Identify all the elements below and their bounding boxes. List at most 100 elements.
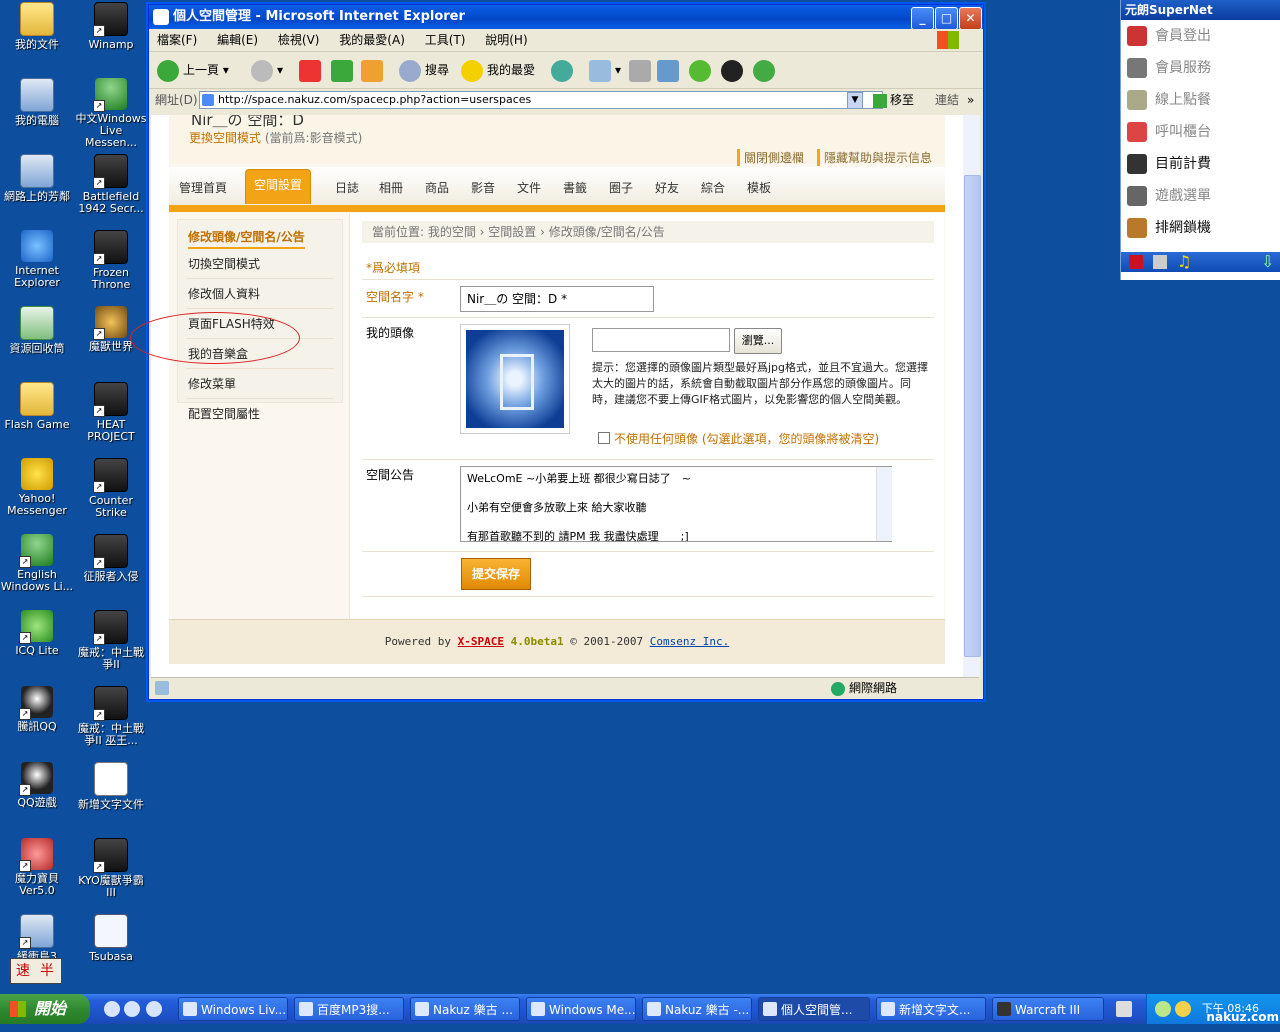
icq-toolbar-button[interactable] — [689, 58, 715, 82]
no-avatar-checkbox[interactable] — [598, 432, 610, 444]
comsenz-link[interactable]: Comsenz Inc. — [650, 635, 729, 648]
supernet-call-counter[interactable]: 呼叫櫃台 — [1121, 116, 1280, 148]
desktop-icon-icq[interactable]: ↗ ICQ Lite — [0, 610, 74, 657]
supernet-billing[interactable]: 目前計費 — [1121, 148, 1280, 180]
desktop-icon-kyo-warcraft[interactable]: ↗ KYO魔獸爭霸III — [74, 838, 148, 899]
tab-media[interactable]: 影音 — [471, 179, 495, 196]
menu-view[interactable]: 檢視(V) — [278, 33, 320, 47]
mail-button[interactable]: ▾ — [589, 58, 621, 82]
task-space-manager[interactable]: 個人空間管... — [758, 997, 870, 1021]
supernet-logout[interactable]: 會員登出 — [1121, 20, 1280, 52]
desktop-icon-flash-game[interactable]: Flash Game — [0, 382, 74, 431]
tab-album[interactable]: 相冊 — [379, 179, 403, 196]
quicklaunch-media-icon[interactable] — [104, 1001, 120, 1017]
menu-favorites[interactable]: 我的最愛(A) — [339, 33, 405, 47]
change-mode-link[interactable]: 更換空間模式 — [189, 131, 261, 145]
desktop-icon-qq-game[interactable]: ↗ QQ遊戲 — [0, 762, 74, 809]
supernet-logo-icon[interactable] — [1129, 255, 1143, 269]
desktop-icon-frozen-throne[interactable]: ↗ Frozen Throne — [74, 230, 148, 291]
desktop-icon-heat-project[interactable]: ↗ HEAT PROJECT — [74, 382, 148, 443]
forward-button[interactable]: ▾ — [251, 58, 283, 82]
start-button[interactable]: 開始 — [0, 994, 90, 1024]
desktop-icon-messenger-cht[interactable]: ↗ 中文Windows Live Messen... — [74, 78, 148, 149]
task-nakuz-2[interactable]: Nakuz 樂古 -... — [642, 997, 752, 1021]
sidebar-item-switch-mode[interactable]: 切換空間模式 — [186, 249, 334, 279]
music-note-icon[interactable]: ♫ — [1177, 252, 1191, 271]
tab-files[interactable]: 文件 — [517, 179, 541, 196]
stop-button[interactable] — [299, 58, 325, 82]
address-dropdown-arrow[interactable]: ▼ — [847, 92, 863, 109]
task-windows-live[interactable]: Windows Liv... — [178, 997, 288, 1021]
desktop-icon-ie[interactable]: Internet Explorer — [0, 230, 74, 289]
sidebar-item-menu[interactable]: 修改菜單 — [186, 369, 334, 399]
refresh-button[interactable] — [331, 58, 357, 82]
desktop-icon-game-bottom[interactable]: ↗ 緩衝島3 — [0, 914, 74, 963]
xspace-link[interactable]: X-SPACE — [458, 635, 504, 648]
task-windows-media[interactable]: Windows Me... — [526, 997, 636, 1021]
page-vertical-scrollbar[interactable] — [963, 115, 981, 677]
network-tray-icon[interactable] — [1175, 1001, 1191, 1017]
sidebar-item-profile[interactable]: 修改個人資料 — [186, 279, 334, 309]
back-button[interactable]: 上一頁 ▾ — [157, 58, 229, 82]
task-new-text-file[interactable]: 新增文字文... — [876, 997, 986, 1021]
task-warcraft[interactable]: Warcraft III — [992, 997, 1104, 1021]
supernet-games[interactable]: 遊戲選單 — [1121, 180, 1280, 212]
desktop-icon-tsubasa[interactable]: Tsubasa — [74, 914, 148, 963]
favorites-button[interactable]: 我的最愛 — [461, 58, 535, 82]
tab-space-settings[interactable]: 空間設置 — [245, 169, 312, 204]
menu-help[interactable]: 說明(H) — [485, 33, 527, 47]
desktop-icon-crossgate[interactable]: ↗ 魔力寶貝 Ver5.0 — [0, 838, 74, 897]
monitor-icon[interactable] — [1153, 255, 1167, 269]
tab-friends[interactable]: 好友 — [655, 179, 679, 196]
tab-blog[interactable]: 日誌 — [335, 179, 359, 196]
quicklaunch-ie-icon[interactable] — [124, 1001, 140, 1017]
minimize-button[interactable]: _ — [911, 7, 934, 30]
submit-save-button[interactable]: 提交保存 — [461, 558, 531, 590]
close-button[interactable]: ✕ — [959, 7, 982, 30]
announcement-scrollbar[interactable] — [876, 467, 892, 541]
desktop-icon-winamp[interactable]: ↗ Winamp — [74, 2, 148, 51]
desktop-icon-my-computer[interactable]: 我的電腦 — [0, 78, 74, 127]
desktop-icon-counter-strike[interactable]: ↗ Counter Strike — [74, 458, 148, 519]
desktop-icon-messenger-eng[interactable]: ↗ English Windows Li... — [0, 534, 74, 593]
desktop-icon-bfme2-witch-king[interactable]: ↗ 魔戒：中土戰爭II 巫王... — [74, 686, 148, 747]
keyboard-icon[interactable] — [1116, 1001, 1132, 1017]
tab-templates[interactable]: 模板 — [747, 179, 771, 196]
links-chevron[interactable]: » — [967, 89, 974, 111]
maximize-button[interactable]: □ — [935, 7, 958, 30]
links-button[interactable]: 連結 — [935, 89, 959, 111]
avatar-file-input[interactable] — [592, 328, 730, 352]
supernet-order[interactable]: 線上點餐 — [1121, 84, 1280, 116]
desktop-icon-conqueror[interactable]: ↗ 征服者入侵 — [74, 534, 148, 583]
url-input[interactable]: http://space.nakuz.com/spacecp.php?actio… — [199, 91, 883, 109]
task-nakuz-1[interactable]: Nakuz 樂古 ... — [410, 997, 520, 1021]
desktop-icon-bfme2[interactable]: ↗ 魔戒：中土戰爭II — [74, 610, 148, 671]
tab-bookmarks[interactable]: 書籤 — [563, 179, 587, 196]
history-button[interactable] — [551, 58, 577, 82]
sidebar-title[interactable]: 修改頭像/空間名/公告 — [188, 228, 305, 249]
hide-help-link[interactable]: 隱藏幫助與提示信息 — [817, 149, 932, 166]
tab-goods[interactable]: 商品 — [425, 179, 449, 196]
desktop-icon-new-text-file[interactable]: 新增文字文件 — [74, 762, 148, 811]
desktop-icon-recycle-bin[interactable]: 資源回收筒 — [0, 306, 74, 355]
close-sidebar-link[interactable]: 關閉側邊欄 — [737, 149, 804, 166]
print-button[interactable] — [629, 58, 655, 82]
messenger-toolbar-button[interactable] — [753, 58, 779, 82]
desktop-icon-yahoo[interactable]: Yahoo! Messenger — [0, 458, 74, 517]
home-button[interactable] — [361, 58, 387, 82]
search-button[interactable]: 搜尋 — [399, 58, 449, 82]
task-baidu-mp3[interactable]: 百度MP3搜... — [294, 997, 404, 1021]
ime-indicator[interactable]: 速半 — [10, 958, 62, 984]
desktop-icon-network[interactable]: 網路上的芳鄰 — [0, 154, 74, 203]
quicklaunch-desktop-icon[interactable] — [146, 1001, 162, 1017]
announcement-textarea[interactable]: WeLcOmE ~小弟要上班 都很少寫日誌了 ~ 小弟有空便會多放歌上來 給大家… — [460, 466, 892, 542]
browse-button[interactable]: 瀏覽... — [734, 328, 782, 354]
supernet-lock[interactable]: 排網鎖機 — [1121, 212, 1280, 244]
download-arrow-icon[interactable]: ⇩ — [1261, 252, 1274, 271]
qq-toolbar-button[interactable] — [721, 58, 747, 82]
tab-dashboard[interactable]: 管理首頁 — [179, 179, 227, 196]
supernet-member-service[interactable]: 會員服務 — [1121, 52, 1280, 84]
space-name-input[interactable]: Nir＿の 空間：D * — [460, 286, 654, 312]
scrollbar-thumb[interactable] — [964, 175, 981, 657]
no-avatar-option[interactable]: 不使用任何頭像 (勾選此選項，您的頭像將被清空) — [598, 430, 879, 447]
